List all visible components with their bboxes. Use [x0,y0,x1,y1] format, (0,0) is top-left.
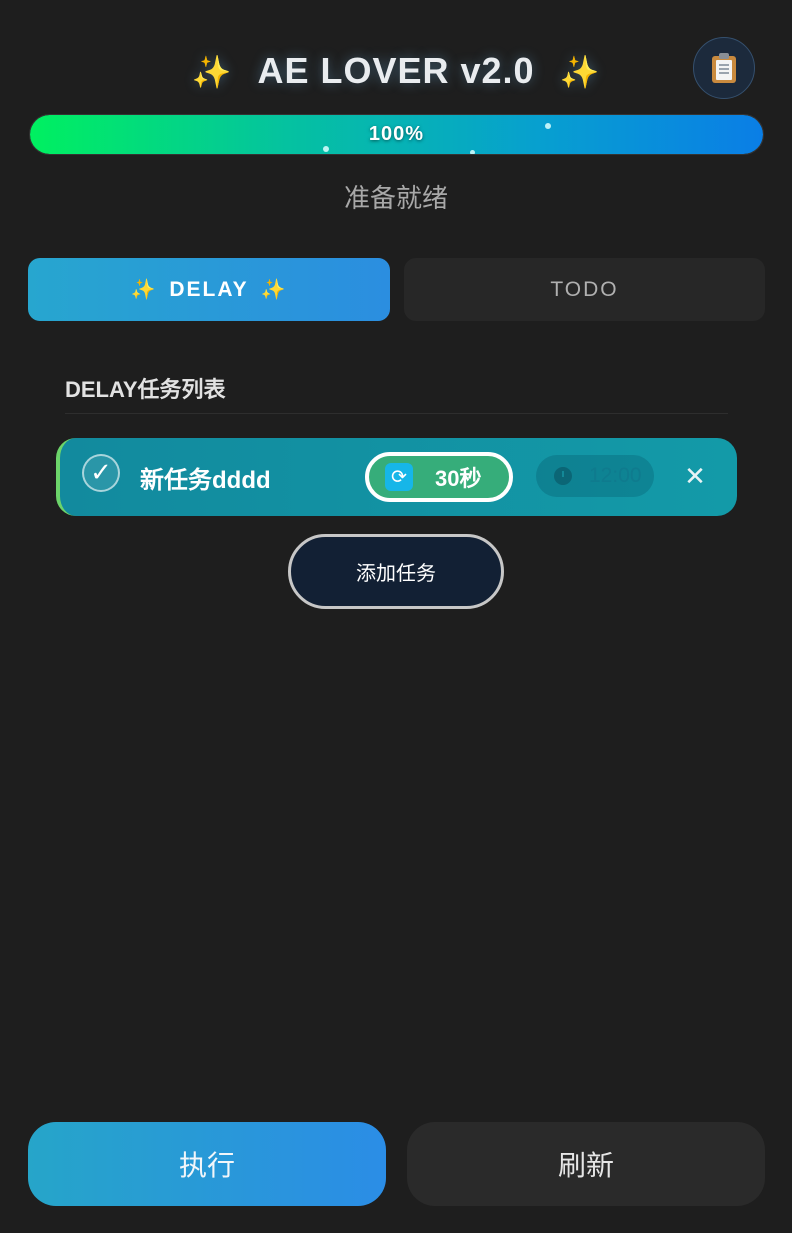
task-checkbox[interactable]: ✓ [82,454,120,492]
sparkle-icon: ✨ [559,54,601,90]
delay-selector[interactable]: ⟳ 30秒 [365,452,513,502]
progress-bar: 100% [29,114,764,155]
time-value: 12:00 [589,464,642,487]
clipboard-icon [712,53,736,83]
tab-todo-label: TODO [550,277,619,301]
time-selector[interactable]: 12:00 [536,455,654,497]
progress-percent: 100% [368,123,425,145]
tab-delay[interactable]: ✨ DELAY ✨ [28,258,390,321]
app-title-text: AE LOVER v2.0 [257,50,535,91]
tab-delay-label: DELAY [169,277,249,301]
add-task-button[interactable]: 添加任务 [288,534,504,609]
delay-value: 30秒 [435,466,482,491]
delete-task-button[interactable]: ✕ [678,458,712,496]
sparkle-icon: ✨ [191,54,233,90]
section-title: DELAY任务列表 [65,377,226,402]
section-divider [65,413,728,414]
app-title: ✨ AE LOVER v2.0 ✨ [0,50,792,92]
tab-todo[interactable]: TODO [404,258,765,321]
refresh-button[interactable]: 刷新 [407,1122,765,1206]
task-name[interactable]: 新任务dddd [140,460,271,495]
sparkle-icon: ✨ [130,279,158,301]
sparkle-icon: ✨ [260,279,288,301]
refresh-icon: ⟳ [385,463,413,491]
app-root: ✨ AE LOVER v2.0 ✨ 100% 准备就绪 ✨ DELAY ✨ TO… [0,0,792,1233]
clock-icon [554,467,572,485]
status-text: 准备就绪 [343,183,448,213]
clipboard-button[interactable] [693,37,755,99]
run-button[interactable]: 执行 [28,1122,386,1206]
task-row: ✓ 新任务dddd ⟳ 30秒 12:00 ✕ [56,438,737,516]
